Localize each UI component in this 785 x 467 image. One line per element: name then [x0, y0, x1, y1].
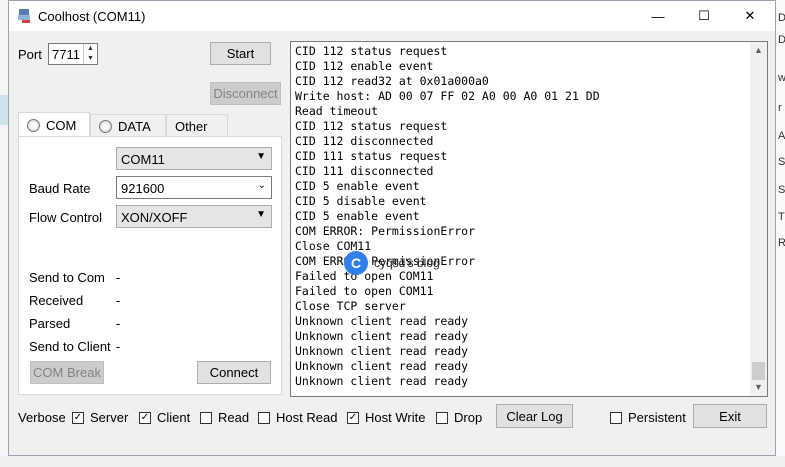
- log-line: CID 5 disable event: [295, 194, 427, 208]
- log-line: CID 111 disconnected: [295, 164, 434, 178]
- stat-value: -: [116, 339, 121, 354]
- log-line: Unknown client read ready: [295, 314, 469, 328]
- stat-label: Parsed: [29, 316, 71, 331]
- log-line: CID 111 status request: [295, 149, 448, 163]
- checkbox-server[interactable]: ✓ Server: [72, 410, 128, 425]
- log-line: Failed to open COM11: [295, 269, 434, 283]
- flow-control-label: Flow Control: [29, 210, 102, 225]
- minimize-button[interactable]: —: [635, 1, 681, 31]
- log-line: CID 5 enable event: [295, 209, 420, 223]
- stat-value: -: [116, 270, 121, 285]
- watermark: C cyqsd's blog: [344, 251, 440, 275]
- log-line: Failed to open COM11: [295, 284, 434, 298]
- checkbox-icon: [610, 411, 622, 424]
- dropdown-arrow-icon: ▼: [256, 209, 266, 220]
- log-line: CID 112 status request: [295, 44, 448, 58]
- com-break-button[interactable]: COM Break: [30, 361, 104, 384]
- close-icon: ✕: [744, 8, 756, 23]
- checkbox-read[interactable]: Read: [200, 410, 249, 425]
- com-panel: COM11 ▼ Baud Rate 921600 ⌄ Flow Control …: [18, 136, 282, 395]
- log-line: Write host: AD 00 07 FF 02 A0 00 A0 01 2…: [295, 89, 600, 103]
- log-line: Unknown client read ready: [295, 374, 469, 388]
- log-line: COM ERROR: PermissionError: [295, 224, 476, 238]
- checkbox-icon: ✓: [72, 411, 84, 424]
- radio-icon: [99, 119, 112, 133]
- stat-value: -: [116, 293, 121, 308]
- port-spinbox[interactable]: 7711 ▲ ▼: [48, 43, 98, 65]
- close-button[interactable]: ✕: [727, 1, 773, 31]
- checkbox-icon: [258, 411, 270, 424]
- verbose-label: Verbose: [18, 410, 66, 425]
- watermark-logo-icon: C: [344, 251, 368, 275]
- log-line: Read timeout: [295, 104, 379, 118]
- start-button[interactable]: Start: [210, 42, 271, 65]
- desktop-left-edge: [0, 0, 8, 467]
- stat-value: -: [116, 316, 121, 331]
- checkbox-host-read[interactable]: Host Read: [258, 410, 337, 425]
- title-bar[interactable]: Coolhost (COM11) — ☐ ✕: [9, 1, 775, 31]
- checkbox-host-write[interactable]: ✓ Host Write: [347, 410, 425, 425]
- tab-data[interactable]: DATA: [90, 114, 166, 137]
- tab-other[interactable]: Other: [166, 114, 228, 137]
- baud-rate-label: Baud Rate: [29, 181, 91, 196]
- dropdown-arrow-icon: ▼: [256, 151, 266, 162]
- stat-label: Send to Client: [29, 339, 111, 354]
- checkbox-icon: [436, 411, 448, 424]
- minimize-icon: —: [651, 8, 665, 24]
- desktop-bottom-edge: [0, 456, 785, 467]
- stat-label: Send to Com: [29, 270, 105, 285]
- port-spin-arrows[interactable]: ▲ ▼: [83, 44, 97, 64]
- log-line: Close TCP server: [295, 299, 406, 313]
- window-title: Coolhost (COM11): [38, 9, 146, 24]
- checkbox-icon: ✓: [347, 411, 359, 424]
- log-line: COM ERROR: PermissionError: [295, 254, 476, 268]
- baud-rate-combo[interactable]: 921600 ⌄: [116, 176, 272, 199]
- stat-label: Received: [29, 293, 84, 308]
- log-line: Unknown client read ready: [295, 344, 469, 358]
- scroll-up-icon[interactable]: ▲: [750, 42, 767, 59]
- log-line: Unknown client read ready: [295, 329, 469, 343]
- watermark-text: cyqsd's blog: [374, 256, 440, 270]
- maximize-button[interactable]: ☐: [681, 1, 727, 31]
- checkbox-icon: ✓: [139, 411, 151, 424]
- spin-down-icon[interactable]: ▼: [84, 54, 97, 64]
- desktop-right-edge: D Di w r A S S T R: [776, 0, 785, 467]
- log-line: CID 112 enable event: [295, 59, 434, 73]
- tab-com[interactable]: COM: [18, 112, 90, 137]
- scroll-down-icon[interactable]: ▼: [750, 379, 767, 396]
- flow-control-select[interactable]: XON/XOFF ▼: [116, 205, 272, 228]
- exit-button[interactable]: Exit: [693, 404, 767, 428]
- log-line: Unknown client read ready: [295, 359, 469, 373]
- log-line: Close COM11: [295, 239, 372, 253]
- radio-icon: [27, 118, 40, 132]
- com-port-select[interactable]: COM11 ▼: [116, 147, 272, 170]
- maximize-icon: ☐: [698, 8, 710, 23]
- scroll-thumb[interactable]: [752, 362, 765, 380]
- chevron-down-icon: ⌄: [257, 180, 266, 191]
- log-line: CID 5 enable event: [295, 179, 420, 193]
- port-value: 7711: [52, 47, 80, 62]
- desktop-left-highlight: [0, 95, 8, 125]
- disconnect-button[interactable]: Disconnect: [210, 82, 281, 105]
- log-textbox[interactable]: CID 112 status request CID 112 enable eve…: [290, 41, 768, 397]
- log-line: CID 112 disconnected: [295, 134, 434, 148]
- checkbox-drop[interactable]: Drop: [436, 410, 482, 425]
- log-line: CID 112 status request: [295, 119, 448, 133]
- checkbox-icon: [200, 411, 212, 424]
- log-lines: CID 112 status request CID 112 enable eve…: [295, 44, 600, 389]
- checkbox-client[interactable]: ✓ Client: [139, 410, 190, 425]
- port-label: Port: [18, 47, 42, 62]
- coolhost-window: Coolhost (COM11) — ☐ ✕ Port 7711 ▲ ▼ Sta…: [8, 0, 776, 456]
- spin-up-icon[interactable]: ▲: [84, 44, 97, 54]
- checkbox-persistent[interactable]: Persistent: [610, 410, 686, 425]
- connect-button[interactable]: Connect: [197, 361, 271, 384]
- app-icon: [18, 9, 30, 23]
- log-line: CID 112 read32 at 0x01a000a0: [295, 74, 489, 88]
- log-scrollbar[interactable]: ▲ ▼: [750, 42, 767, 396]
- clear-log-button[interactable]: Clear Log: [496, 404, 573, 428]
